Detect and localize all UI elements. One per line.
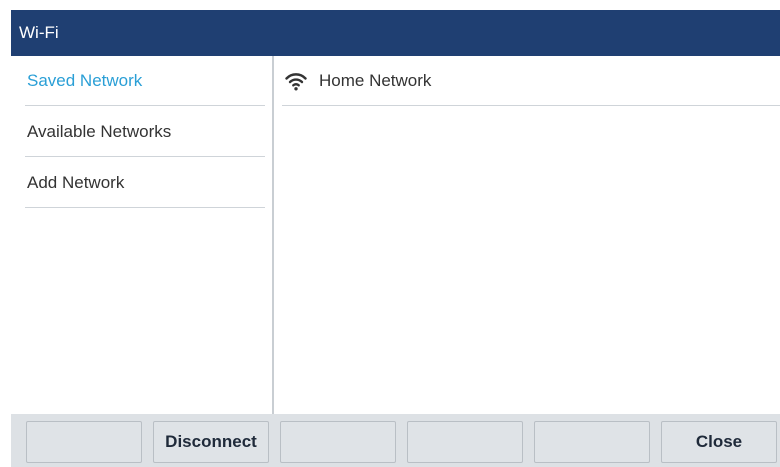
softkey-1[interactable]	[26, 421, 142, 463]
wifi-screen: Wi-Fi Saved Network Available Networks A…	[0, 0, 780, 467]
network-row[interactable]: Home Network	[282, 56, 780, 106]
window-title: Wi-Fi	[11, 10, 780, 56]
disconnect-button[interactable]: Disconnect	[153, 421, 269, 463]
sidebar-item-add-network[interactable]: Add Network	[25, 158, 265, 208]
softkey-bar: Disconnect Close	[11, 414, 780, 467]
sidebar-item-saved-network[interactable]: Saved Network	[25, 56, 265, 106]
wifi-icon	[285, 70, 307, 92]
network-list: Home Network	[274, 56, 780, 414]
softkey-5[interactable]	[534, 421, 650, 463]
close-button[interactable]: Close	[661, 421, 777, 463]
network-name: Home Network	[319, 70, 432, 90]
sidebar: Saved Network Available Networks Add Net…	[11, 56, 271, 414]
softkey-3[interactable]	[280, 421, 396, 463]
softkey-4[interactable]	[407, 421, 523, 463]
sidebar-item-available-networks[interactable]: Available Networks	[25, 107, 265, 157]
